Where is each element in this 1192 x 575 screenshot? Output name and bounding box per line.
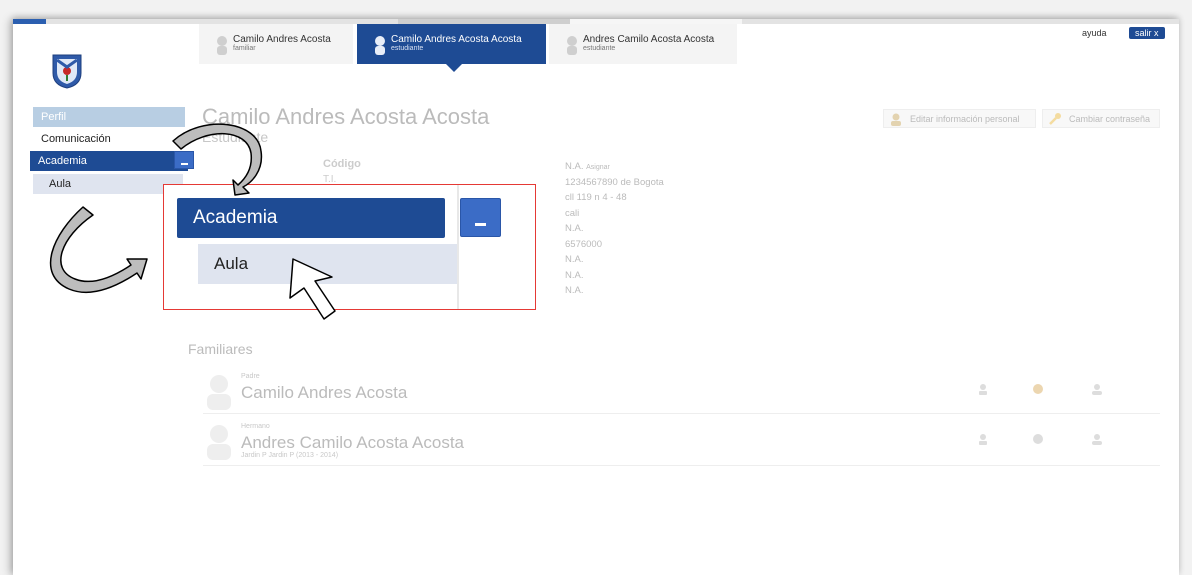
relation-label: Hermano	[241, 423, 270, 430]
zoom-divider	[457, 185, 459, 309]
relative-course: Jardin P Jardin P (2013 - 2014)	[241, 452, 339, 459]
user-avatar-icon	[375, 36, 385, 55]
zoom-collapse-button	[460, 198, 501, 237]
contact-icon[interactable]	[977, 383, 989, 395]
zoom-academia: Academia	[177, 198, 445, 238]
value-row: cll 119 n 4 - 48	[565, 192, 627, 203]
familiares-title: Familiares	[188, 341, 253, 357]
settings-icon[interactable]	[1032, 433, 1044, 445]
relative-name: Andres Camilo Acosta Acosta	[241, 433, 465, 452]
curved-arrow-right	[49, 206, 148, 294]
avatar	[207, 425, 231, 460]
contact-icon[interactable]	[977, 433, 989, 445]
tab-estudiante[interactable]: Andres Camilo Acosta Acosta estudiante	[549, 24, 737, 64]
change-password-label: Cambiar contraseña	[1069, 114, 1151, 124]
tab-familiar[interactable]: Camilo Andres Acosta familiar	[199, 24, 353, 64]
tab-name: Andres Camilo Acosta Acosta	[583, 34, 715, 45]
value-row: N.A.	[565, 269, 584, 281]
avatar	[207, 375, 231, 410]
page-title: Camilo Andres Acosta Acosta	[202, 104, 490, 129]
help-link[interactable]: ayuda	[1082, 28, 1107, 38]
sidebar-item-comunicacion[interactable]: Comunicación	[33, 129, 185, 149]
value-row: cali	[565, 207, 580, 219]
value-row: 1234567890 de Bogota	[565, 176, 664, 188]
tab-name: Camilo Andres Acosta Acosta	[391, 34, 522, 45]
value-row: N.A.	[565, 223, 584, 234]
list-item[interactable]: Padre Camilo Andres Acosta	[203, 367, 1160, 414]
list-item[interactable]: Hermano Andres Camilo Acosta Acosta Jard…	[203, 417, 1160, 466]
tab-role: estudiante	[391, 45, 424, 52]
assign-link[interactable]: Asignar	[586, 164, 610, 171]
page-subtitle: Estudiante	[202, 129, 269, 145]
sidebar-item-academia[interactable]: Academia	[30, 151, 188, 171]
value-row: N.A.	[565, 285, 584, 296]
tab-role: estudiante	[583, 45, 616, 52]
collapse-button[interactable]	[174, 151, 194, 169]
sidebar-item-aula[interactable]: Aula	[33, 174, 183, 194]
sidebar-item-perfil[interactable]: Perfil	[33, 107, 185, 127]
profile-values: N.A. Asignar 1234567890 de Bogota cll 11…	[565, 159, 664, 299]
user-avatar-icon	[567, 36, 577, 55]
edit-info-button[interactable]: Editar información personal	[883, 109, 1036, 128]
value-row: 6576000	[565, 238, 602, 250]
settings-icon[interactable]	[1032, 383, 1044, 395]
tab-estudiante-active[interactable]: Camilo Andres Acosta Acosta estudiante	[357, 24, 546, 72]
code-label: Código	[323, 158, 361, 170]
relation-label: Padre	[241, 373, 260, 380]
user-icon[interactable]	[1091, 383, 1103, 395]
zoom-callout: Academia Aula	[163, 184, 536, 310]
relative-name: Camilo Andres Acosta	[241, 383, 408, 402]
tab-role: familiar	[233, 45, 256, 52]
school-logo	[52, 54, 82, 89]
key-icon	[1049, 113, 1061, 125]
user-avatar-icon	[217, 36, 227, 55]
change-password-button[interactable]: Cambiar contraseña	[1042, 109, 1160, 128]
logout-button[interactable]: salir x	[1129, 27, 1165, 39]
value-row: N.A.	[565, 254, 584, 265]
edit-info-label: Editar información personal	[910, 114, 1020, 124]
strip-segment	[13, 19, 46, 24]
user-icon[interactable]	[1091, 433, 1103, 445]
app-window: Camilo Andres Acosta familiar Camilo And…	[13, 19, 1179, 575]
zoom-aula: Aula	[198, 244, 457, 284]
tab-name: Camilo Andres Acosta	[233, 34, 331, 45]
user-edit-icon	[891, 113, 901, 126]
value-row: N.A. Asignar	[565, 161, 610, 172]
